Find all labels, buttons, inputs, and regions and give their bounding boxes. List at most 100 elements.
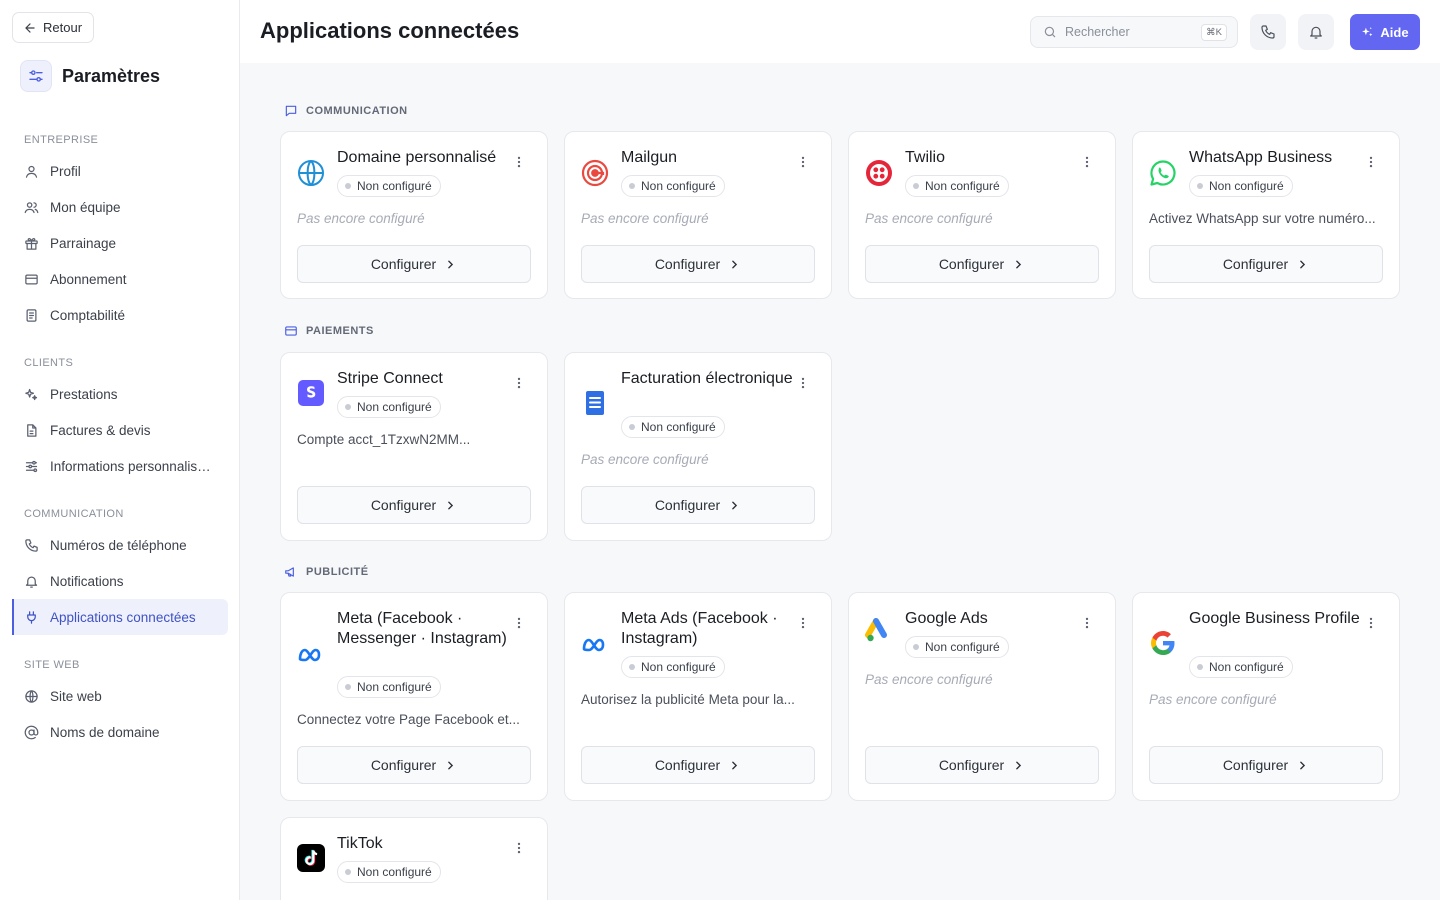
section-label-text: Communication [306, 105, 408, 117]
sidebar-item-comptabilite[interactable]: Comptabilité [12, 297, 228, 333]
status-label: Non configuré [357, 400, 432, 414]
configure-button[interactable]: Configurer [1149, 746, 1383, 784]
more-vertical-icon[interactable] [509, 613, 529, 633]
search-shortcut: ⌘K [1201, 24, 1227, 41]
sidebar-item-prestations[interactable]: Prestations [12, 376, 228, 412]
configure-label: Configurer [370, 497, 437, 513]
sidebar-item-telephone[interactable]: Numéros de téléphone [12, 527, 228, 563]
file-text-icon [27, 423, 37, 437]
app-card-meta-ads: Meta Ads (Facebook · Instagram) Non conf… [564, 592, 832, 801]
app-name: TikTok [337, 835, 383, 852]
configure-label: Configurer [938, 757, 1005, 773]
sidebar-item-informations[interactable]: Informations personnalisées [12, 448, 228, 484]
globe-icon [297, 159, 325, 187]
configure-button[interactable]: Configurer [297, 486, 531, 524]
nav-section-communication: Communication [24, 508, 124, 520]
tiktok-icon [297, 844, 325, 872]
sidebar-item-applications[interactable]: Applications connectées [12, 599, 228, 635]
status-label: Non configuré [357, 865, 432, 879]
sparkles-icon [1362, 26, 1373, 36]
sidebar-item-mon-equipe[interactable]: Mon équipe [12, 189, 228, 225]
app-name: Meta (Facebook · Messenger · Instagram) [337, 610, 507, 647]
help-label: Aide [1380, 24, 1409, 40]
configure-button[interactable]: Configurer [297, 746, 531, 784]
configure-label: Configurer [654, 497, 721, 513]
stripe-icon [297, 379, 325, 407]
app-name: Twilio [905, 149, 946, 166]
configure-label: Configurer [654, 256, 721, 272]
more-vertical-icon[interactable] [793, 152, 813, 172]
search-icon [1044, 26, 1056, 38]
twilio-icon [865, 159, 893, 187]
status-label: Non configuré [641, 660, 716, 674]
chevron-right-icon [1016, 260, 1022, 268]
nav-section-site-web: Site web [24, 659, 80, 671]
configure-button[interactable]: Configurer [865, 245, 1099, 283]
gift-icon [25, 237, 38, 250]
back-button[interactable]: Retour [12, 12, 95, 43]
google-ads-icon [865, 617, 893, 645]
sidebar-item-label: Notifications [50, 573, 124, 589]
search-input[interactable]: Rechercher ⌘K [1030, 16, 1238, 48]
more-vertical-icon[interactable] [1077, 152, 1097, 172]
configure-label: Configurer [654, 757, 721, 773]
more-vertical-icon[interactable] [1077, 613, 1097, 633]
app-description: Pas encore configuré [1149, 692, 1277, 707]
more-vertical-icon[interactable] [509, 152, 529, 172]
chat-icon [285, 105, 297, 117]
document-icon [581, 389, 609, 417]
ledger-icon [26, 308, 37, 322]
sidebar-item-abonnement[interactable]: Abonnement [12, 261, 228, 297]
configure-button[interactable]: Configurer [581, 746, 815, 784]
settings-title: Paramètres [62, 65, 161, 86]
sidebar-item-label: Prestations [50, 386, 118, 402]
google-icon [1149, 629, 1177, 657]
app-name: Domaine personnalisé [337, 149, 497, 166]
status-badge: Non configuré [337, 396, 441, 418]
app-name: Stripe Connect [337, 370, 443, 387]
app-name: WhatsApp Business [1189, 149, 1333, 166]
status-badge: Non configuré [337, 861, 441, 883]
page-title: Applications connectées [260, 18, 520, 43]
more-vertical-icon[interactable] [1361, 152, 1381, 172]
chevron-right-icon [448, 761, 454, 769]
more-vertical-icon[interactable] [1361, 613, 1381, 633]
sidebar-item-parrainage[interactable]: Parrainage [12, 225, 228, 261]
settings-brand: Paramètres [20, 60, 160, 92]
sidebar-item-label: Applications connectées [50, 609, 196, 625]
chevron-right-icon [732, 761, 738, 769]
phone-icon [25, 538, 38, 552]
sidebar-item-label: Profil [50, 163, 81, 179]
sidebar-item-factures-devis[interactable]: Factures & devis [12, 412, 228, 448]
sliders-icon [25, 460, 38, 472]
configure-button[interactable]: Configurer [581, 486, 815, 524]
users-icon [24, 201, 39, 213]
configure-button[interactable]: Configurer [297, 245, 531, 283]
more-vertical-icon[interactable] [509, 838, 529, 858]
app-card-google-business: Google Business Profile Non configuré Pa… [1132, 592, 1400, 801]
app-card-mailgun: Mailgun Non configuré Pas encore configu… [564, 131, 832, 299]
sidebar-item-site-web[interactable]: Site web [12, 678, 228, 714]
chevron-right-icon [448, 260, 454, 268]
configure-button[interactable]: Configurer [1149, 245, 1383, 283]
megaphone-icon [285, 567, 294, 577]
status-label: Non configuré [357, 680, 432, 694]
status-badge: Non configuré [1189, 175, 1293, 197]
status-badge: Non configuré [905, 636, 1009, 658]
sidebar-item-noms-domaine[interactable]: Noms de domaine [12, 714, 228, 750]
app-description: Compte acct_1TzxwN2MM... [297, 432, 471, 447]
configure-label: Configurer [1222, 256, 1289, 272]
configure-button[interactable]: Configurer [865, 746, 1099, 784]
sidebar-item-profil[interactable]: Profil [12, 153, 228, 189]
phone-button[interactable] [1250, 14, 1286, 50]
sidebar-item-notifications[interactable]: Notifications [12, 563, 228, 599]
configure-button[interactable]: Configurer [581, 245, 815, 283]
more-vertical-icon[interactable] [793, 613, 813, 633]
more-vertical-icon[interactable] [793, 373, 813, 393]
section-label-text: Paiements [306, 325, 374, 337]
more-vertical-icon[interactable] [509, 373, 529, 393]
configure-label: Configurer [370, 757, 437, 773]
status-badge: Non configuré [1189, 656, 1293, 678]
notifications-button[interactable] [1298, 14, 1334, 50]
help-button[interactable]: Aide [1350, 14, 1420, 50]
